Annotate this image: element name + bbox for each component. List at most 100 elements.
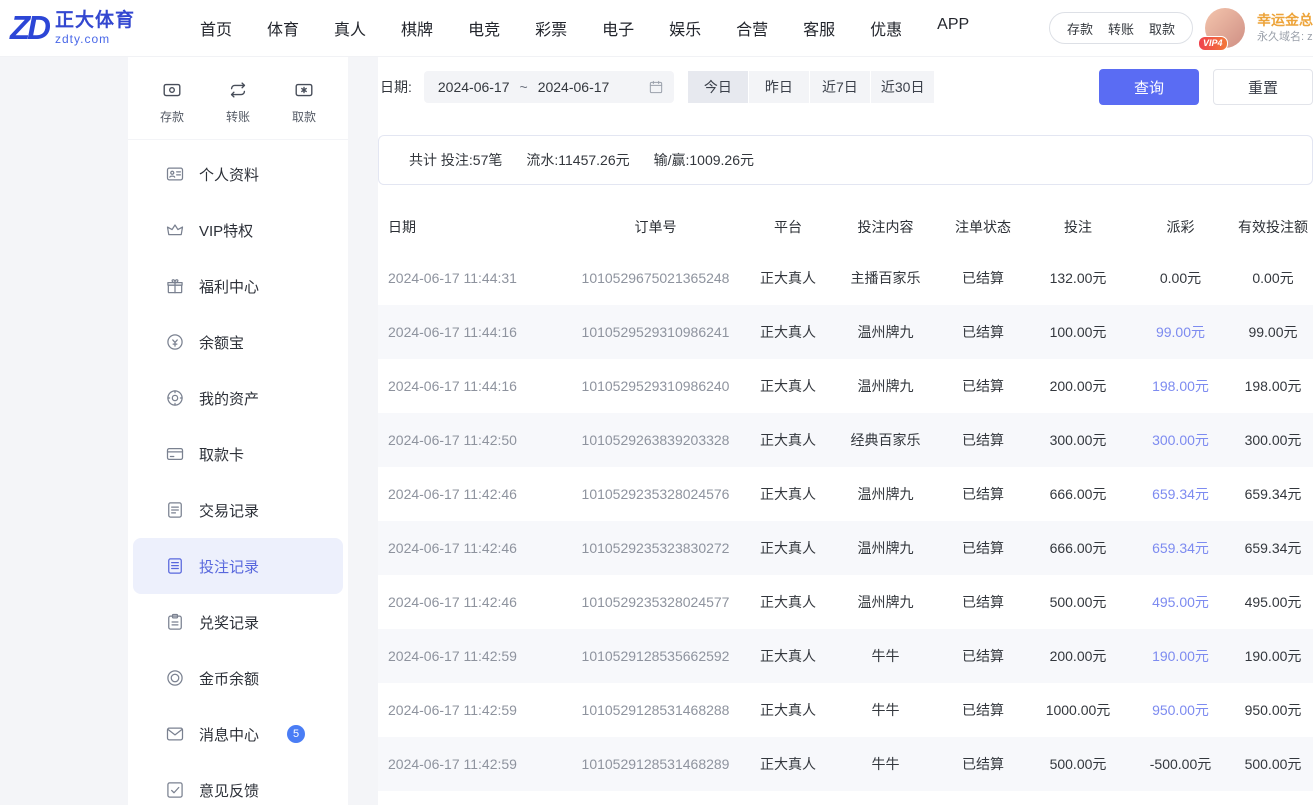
sidebar-item-4[interactable]: 我的资产 — [133, 370, 343, 426]
nav-item-5[interactable]: 彩票 — [535, 16, 567, 40]
cell-payout: 659.34元 — [1128, 484, 1233, 504]
sidebar-item-2[interactable]: 福利中心 — [133, 258, 343, 314]
sidebar-item-6[interactable]: 交易记录 — [133, 482, 343, 538]
nav-item-4[interactable]: 电竞 — [468, 16, 500, 40]
cell-bet-amount: 500.00元 — [1028, 754, 1128, 774]
cell-status: 已结算 — [938, 376, 1028, 396]
nav-item-3[interactable]: 棋牌 — [401, 16, 433, 40]
wallet-action-0[interactable]: 存款 — [1067, 19, 1093, 38]
feedback-icon — [165, 780, 185, 800]
cell-date: 2024-06-17 11:44:16 — [378, 378, 568, 394]
cell-date: 2024-06-17 11:42:46 — [378, 486, 568, 502]
quick-range-3[interactable]: 近30日 — [871, 71, 935, 103]
wallet-action-1[interactable]: 转账 — [1108, 19, 1134, 38]
nav-item-0[interactable]: 首页 — [200, 16, 232, 40]
table-header-cell: 投注内容 — [833, 217, 938, 237]
sidebar-item-label: 兑奖记录 — [199, 612, 259, 633]
sidebar-item-9[interactable]: 金币余额 — [133, 650, 343, 706]
sidebar-item-label: 交易记录 — [199, 500, 259, 521]
cell-platform: 正大真人 — [743, 322, 833, 342]
sidebar-item-label: VIP特权 — [199, 220, 253, 241]
quick-action-1[interactable]: 转账 — [226, 79, 250, 125]
cell-valid-bet: 190.00元 — [1233, 646, 1313, 666]
sidebar-item-label: 金币余额 — [199, 668, 259, 689]
table-header-cell: 平台 — [743, 217, 833, 237]
cell-bet-amount: 300.00元 — [1028, 430, 1128, 450]
sidebar-item-0[interactable]: 个人资料 — [133, 146, 343, 202]
table-header-cell: 投注 — [1028, 217, 1128, 237]
cell-valid-bet: 0.00元 — [1233, 268, 1313, 288]
sidebar-item-8[interactable]: 兑奖记录 — [133, 594, 343, 650]
nav-item-10[interactable]: 优惠 — [870, 16, 902, 40]
cell-payout: 495.00元 — [1128, 592, 1233, 612]
cell-platform: 正大真人 — [743, 700, 833, 720]
cell-bet-content: 主播百家乐 — [833, 268, 938, 288]
username: 幸运金总 — [1257, 11, 1313, 31]
cell-bet-content: 牛牛 — [833, 646, 938, 666]
cell-bet-content: 温州牌九 — [833, 376, 938, 396]
quick-action-label: 转账 — [226, 108, 250, 125]
date-range-input[interactable]: 2024-06-17 ~ 2024-06-17 — [424, 71, 674, 103]
profile-icon — [165, 164, 185, 184]
quick-action-2[interactable]: 取款 — [292, 79, 316, 125]
date-end-value: 2024-06-17 — [538, 79, 610, 95]
table-row: 2024-06-17 11:42:591010529128531468288正大… — [378, 683, 1313, 737]
nav-item-11[interactable]: APP — [937, 16, 969, 40]
sidebar-item-label: 取款卡 — [199, 444, 244, 465]
cell-order-no: 1010529529310986240 — [568, 378, 743, 394]
cell-bet-amount: 200.00元 — [1028, 646, 1128, 666]
nav-item-1[interactable]: 体育 — [267, 16, 299, 40]
reset-button[interactable]: 重置 — [1213, 69, 1313, 105]
quick-range-1[interactable]: 昨日 — [749, 71, 809, 103]
cell-platform: 正大真人 — [743, 484, 833, 504]
calendar-icon — [648, 79, 664, 95]
topbar-right: 存款转账取款 VIP4 幸运金总 永久域名: z — [1049, 8, 1313, 48]
unread-count-badge: 5 — [287, 725, 305, 743]
search-button[interactable]: 查询 — [1099, 69, 1199, 105]
cell-bet-amount: 1000.00元 — [1028, 700, 1128, 720]
avatar[interactable]: VIP4 — [1205, 8, 1245, 48]
sidebar-item-label: 意见反馈 — [199, 780, 259, 801]
nav-item-7[interactable]: 娱乐 — [669, 16, 701, 40]
table-header-cell: 派彩 — [1128, 217, 1233, 237]
coin-icon — [165, 668, 185, 688]
sidebar-item-10[interactable]: 消息中心5 — [133, 706, 343, 762]
cell-order-no: 1010529128531468289 — [568, 756, 743, 772]
logo-domain: zdty.com — [55, 32, 135, 46]
wallet-pill: 存款转账取款 — [1049, 12, 1193, 44]
nav-item-2[interactable]: 真人 — [334, 16, 366, 40]
main-content: 日期: 2024-06-17 ~ 2024-06-17 今日昨日近7日近30日 … — [378, 57, 1313, 805]
cell-order-no: 1010529263839203328 — [568, 432, 743, 448]
page-body: 存款转账 取款 个人资料 VIP特权福利中心余额宝我的资产取款卡交易记录投注记录兑奖… — [0, 57, 1313, 805]
quick-action-0[interactable]: 存款 — [160, 79, 184, 125]
nav-item-6[interactable]: 电子 — [602, 16, 634, 40]
sidebar-menu: 个人资料 VIP特权福利中心余额宝我的资产取款卡交易记录投注记录兑奖记录金币余额消… — [128, 140, 348, 805]
sidebar-item-label: 我的资产 — [199, 388, 259, 409]
quick-range-2[interactable]: 近7日 — [810, 71, 870, 103]
table-row: 2024-06-17 11:42:501010529263839203328正大… — [378, 413, 1313, 467]
cell-valid-bet: 659.34元 — [1233, 538, 1313, 558]
gift-icon — [165, 276, 185, 296]
transfer-icon — [227, 79, 249, 101]
cell-bet-amount: 666.00元 — [1028, 538, 1128, 558]
quick-range-0[interactable]: 今日 — [688, 71, 748, 103]
wallet-action-2[interactable]: 取款 — [1149, 19, 1175, 38]
yuebao-icon — [165, 332, 185, 352]
cell-order-no: 1010529128535662592 — [568, 648, 743, 664]
table-header-cell: 日期 — [378, 217, 568, 237]
sidebar-item-11[interactable]: 意见反馈 — [133, 762, 343, 805]
sidebar-item-5[interactable]: 取款卡 — [133, 426, 343, 482]
sidebar-item-7[interactable]: 投注记录 — [133, 538, 343, 594]
logo-title: 正大体育 — [55, 10, 135, 33]
logo[interactable]: ZD 正大体育 zdty.com — [10, 10, 162, 47]
logo-text: 正大体育 zdty.com — [55, 10, 135, 47]
sidebar-item-3[interactable]: 余额宝 — [133, 314, 343, 370]
assets-icon — [165, 388, 185, 408]
quick-range-group: 今日昨日近7日近30日 — [688, 71, 935, 103]
cell-platform: 正大真人 — [743, 754, 833, 774]
nav-item-8[interactable]: 合营 — [736, 16, 768, 40]
sidebar-item-1[interactable]: VIP特权 — [133, 202, 343, 258]
nav-item-9[interactable]: 客服 — [803, 16, 835, 40]
message-icon — [165, 724, 185, 744]
cell-payout: 0.00元 — [1128, 268, 1233, 288]
